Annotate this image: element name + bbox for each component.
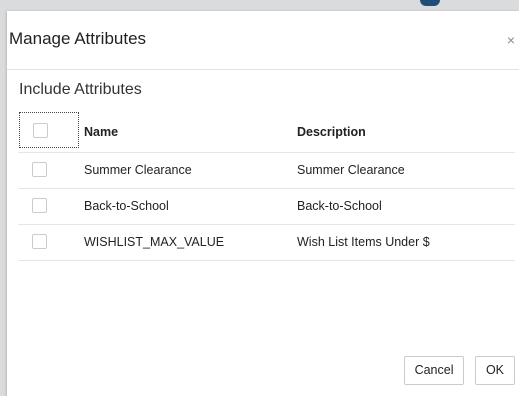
attribute-name: Summer Clearance xyxy=(84,163,192,177)
attribute-description: Wish List Items Under $ xyxy=(297,235,430,249)
section-title: Include Attributes xyxy=(19,81,142,98)
dialog-footer: Cancel OK xyxy=(398,356,515,385)
attribute-description: Summer Clearance xyxy=(297,163,405,177)
row-checkbox-wrap xyxy=(19,159,77,179)
ok-button[interactable]: OK xyxy=(474,356,515,385)
select-all-checkbox[interactable] xyxy=(33,123,48,139)
dialog-header: Manage Attributes × xyxy=(7,11,519,70)
row-checkbox[interactable] xyxy=(32,197,47,213)
column-header-name[interactable]: Name xyxy=(84,112,297,152)
close-icon[interactable]: × xyxy=(507,33,515,47)
row-select-cell xyxy=(18,188,84,224)
background-page-edge xyxy=(0,11,7,396)
row-select-cell xyxy=(18,152,84,188)
select-all-cell xyxy=(18,112,84,152)
table-row[interactable]: Back-to-School Back-to-School xyxy=(18,188,515,224)
row-checkbox[interactable] xyxy=(32,233,47,249)
manage-attributes-dialog: Manage Attributes × Include Attributes N… xyxy=(7,11,519,396)
dialog-title: Manage Attributes xyxy=(9,29,147,48)
row-checkbox-wrap xyxy=(19,231,77,251)
row-select-cell xyxy=(18,224,84,260)
cancel-button[interactable]: Cancel xyxy=(403,356,465,385)
attributes-table: Name Description Summer Clearance Summer… xyxy=(18,112,515,261)
table-header-row: Name Description xyxy=(18,112,515,152)
attribute-name: WISHLIST_MAX_VALUE xyxy=(84,235,225,249)
row-checkbox[interactable] xyxy=(32,161,47,177)
background-page-element xyxy=(420,0,440,6)
attribute-description: Back-to-School xyxy=(297,199,382,213)
background-page-strip xyxy=(0,0,519,11)
row-checkbox-wrap xyxy=(19,195,77,215)
table-row[interactable]: WISHLIST_MAX_VALUE Wish List Items Under… xyxy=(18,224,515,260)
column-header-description[interactable]: Description xyxy=(297,112,515,152)
table-row[interactable]: Summer Clearance Summer Clearance xyxy=(18,152,515,188)
select-all-checkbox-wrap[interactable] xyxy=(19,112,79,149)
attribute-name: Back-to-School xyxy=(84,199,169,213)
